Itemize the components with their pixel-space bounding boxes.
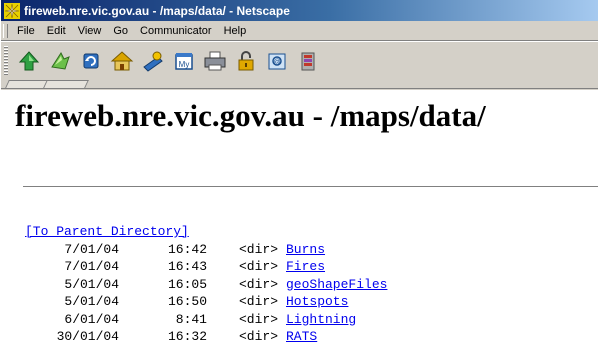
table-row: 30/01/04 16:32 <dir> RATS (25, 328, 387, 346)
entry-time: 16:43 (167, 259, 207, 274)
title-bar[interactable]: fireweb.nre.vic.gov.au - /maps/data/ - N… (1, 0, 598, 21)
table-row: 7/01/04 16:42 <dir> Burns (25, 241, 387, 259)
stop-button[interactable] (293, 46, 323, 76)
entry-date: 5/01/04 (64, 276, 119, 292)
dir-tag: <dir> (238, 294, 278, 309)
stop-icon (301, 52, 315, 70)
entry-time: 16:05 (167, 276, 207, 292)
reload-button[interactable] (76, 46, 106, 76)
my-netscape-button[interactable]: My (169, 46, 199, 76)
entry-date: 7/01/04 (64, 259, 119, 274)
menu-communicator[interactable]: Communicator (134, 25, 218, 37)
print-icon (204, 51, 226, 70)
horizontal-rule (23, 186, 598, 188)
page-content: fireweb.nre.vic.gov.au - /maps/data/ [To… (1, 90, 598, 353)
page-title: fireweb.nre.vic.gov.au - /maps/data/ (15, 98, 486, 133)
entry-link-geoshapefiles[interactable]: geoShapeFiles (278, 276, 387, 294)
entry-link-burns[interactable]: Burns (278, 241, 325, 259)
security-button[interactable] (231, 46, 261, 76)
forward-button[interactable] (45, 46, 75, 76)
menu-edit[interactable]: Edit (41, 25, 72, 37)
back-button[interactable] (14, 46, 44, 76)
dir-tag: <dir> (238, 276, 278, 292)
toolbar-tabs (1, 79, 598, 89)
directory-listing: [To Parent Directory] 7/01/04 16:42 <dir… (25, 223, 387, 346)
home-icon (110, 50, 134, 70)
my-netscape-icon: My (175, 52, 193, 70)
parent-directory-link[interactable]: [To Parent Directory] (25, 223, 387, 241)
menu-file[interactable]: File (11, 25, 41, 37)
back-icon (18, 50, 40, 70)
browser-window: fireweb.nre.vic.gov.au - /maps/data/ - N… (0, 0, 598, 353)
dir-tag: <dir> (238, 329, 278, 344)
entry-time: 16:50 (167, 294, 207, 309)
print-button[interactable] (200, 46, 230, 76)
entry-date: 7/01/04 (64, 241, 119, 257)
dir-tag: <dir> (238, 241, 278, 257)
svg-text:My: My (179, 60, 190, 69)
table-row: 5/01/04 16:50 <dir> Hotspots (25, 293, 387, 311)
window-title: fireweb.nre.vic.gov.au - /maps/data/ - N… (24, 3, 290, 18)
menu-bar: File Edit View Go Communicator Help (1, 21, 598, 41)
entry-date: 5/01/04 (64, 294, 119, 309)
dir-tag: <dir> (238, 311, 278, 327)
entry-link-hotspots[interactable]: Hotspots (278, 293, 348, 311)
svg-text:@: @ (273, 59, 280, 66)
security-icon (238, 50, 254, 70)
menu-help[interactable]: Help (218, 25, 253, 37)
table-row: 6/01/04 8:41 <dir> Lightning (25, 311, 387, 329)
menu-view[interactable]: View (72, 25, 108, 37)
entry-time: 16:32 (167, 329, 207, 344)
entry-time: 16:42 (167, 241, 207, 257)
entry-link-lightning[interactable]: Lightning (278, 311, 356, 329)
search-icon (143, 51, 163, 72)
navigation-toolbar: My @ (1, 41, 598, 79)
reload-icon (83, 53, 99, 68)
shop-icon: @ (268, 53, 286, 69)
toolbar-grip[interactable] (4, 45, 8, 76)
menu-grip[interactable] (3, 23, 8, 38)
entry-link-fires[interactable]: Fires (278, 258, 325, 276)
shop-button[interactable]: @ (262, 46, 292, 76)
entry-date: 30/01/04 (56, 329, 119, 344)
forward-icon (51, 51, 70, 70)
table-row: 7/01/04 16:43 <dir> Fires (25, 258, 387, 276)
netscape-icon (4, 2, 20, 19)
home-button[interactable] (107, 46, 137, 76)
entry-time: 8:41 (175, 311, 207, 327)
entry-link-rats[interactable]: RATS (278, 328, 317, 346)
dir-tag: <dir> (238, 259, 278, 274)
toolbar-tab[interactable] (43, 80, 89, 88)
entry-date: 6/01/04 (64, 311, 119, 327)
table-row: 5/01/04 16:05 <dir> geoShapeFiles (25, 276, 387, 294)
menu-go[interactable]: Go (107, 25, 134, 37)
search-button[interactable] (138, 46, 168, 76)
